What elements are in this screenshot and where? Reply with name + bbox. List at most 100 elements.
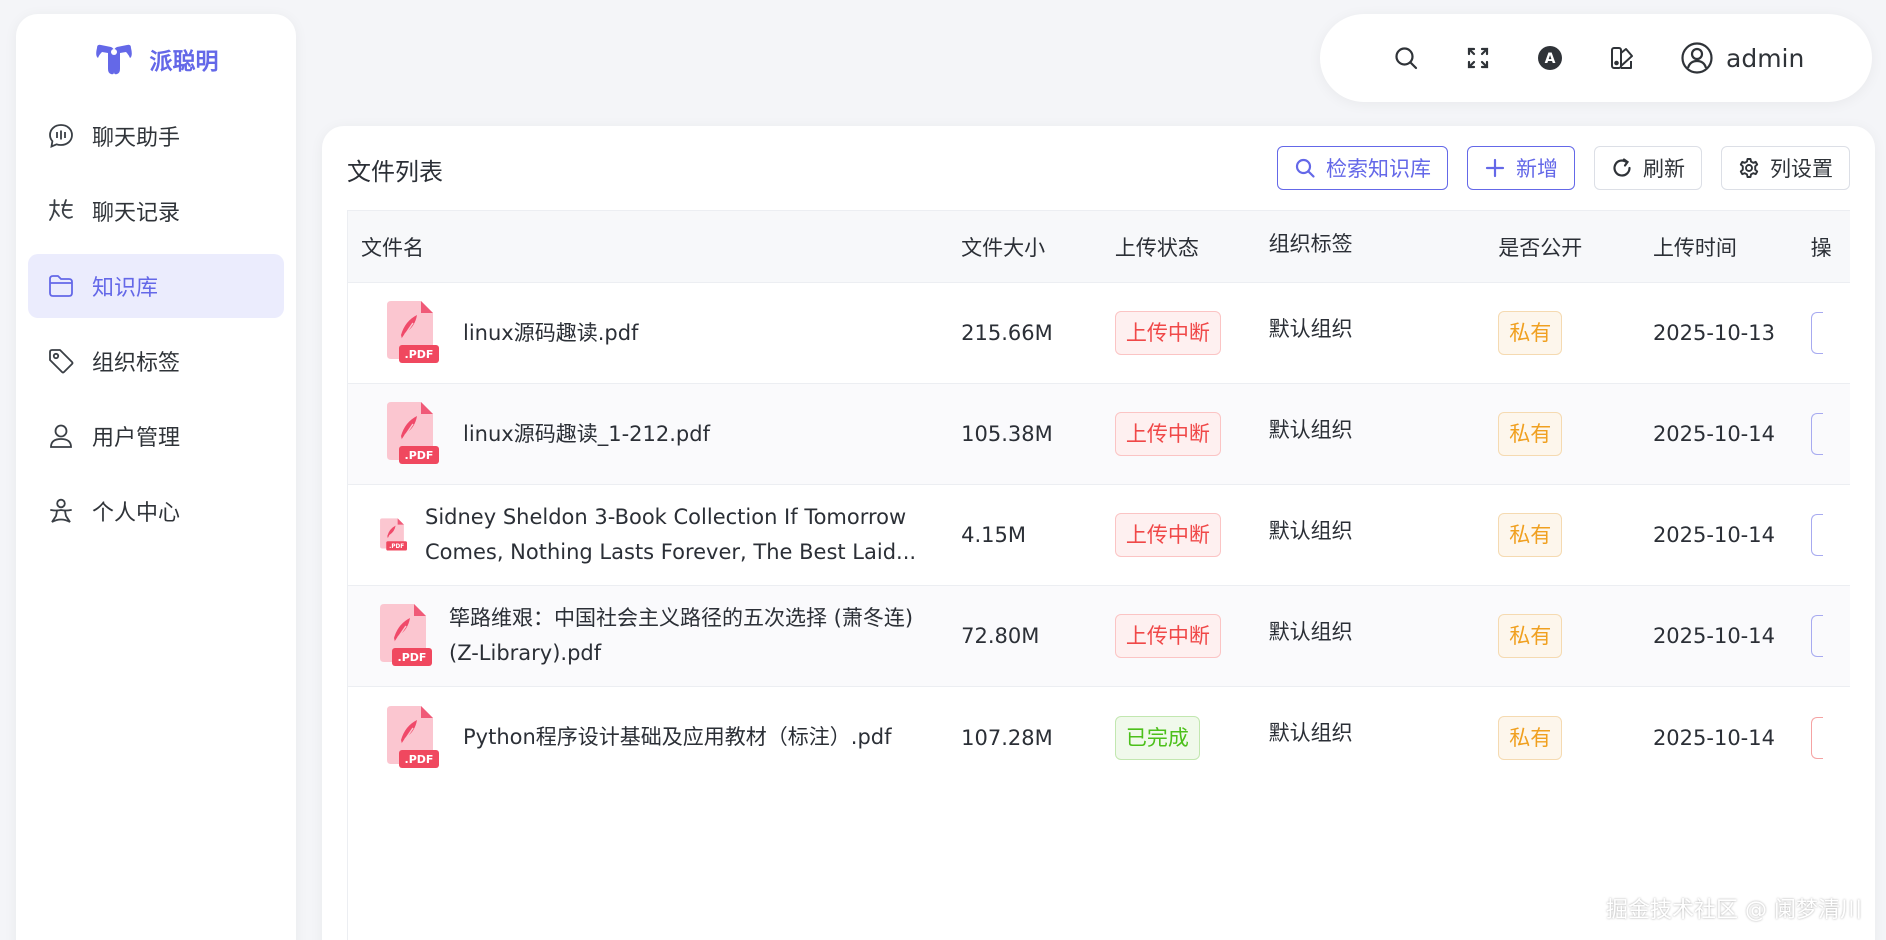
chat-bubble-icon [49,124,73,148]
file-size: 107.28M [961,725,1053,750]
file-name[interactable]: Python程序设计基础及应用教材（标注）.pdf [463,720,892,755]
personal-center-icon [50,498,72,523]
action-button[interactable] [1810,312,1823,354]
sidebar-item-label: 聊天助手 [92,126,181,151]
svg-text:.PDF: .PDF [405,449,434,462]
pdf-file-icon: .PDF [361,301,463,365]
logo-icon [95,44,132,75]
org-tag: 默认组织 [1268,620,1353,644]
org-tag: 默认组织 [1268,317,1353,341]
visibility-badge: 私有 [1498,412,1563,456]
table-row[interactable]: .PDF Python程序设计基础及应用教材（标注）.pdf 107.28M 已… [348,687,1850,788]
upload-time: 2025-10-14 [1652,725,1775,750]
file-list-card: 文件列表 检索知识库 新增 刷新 列设置 文件名 文件大小 上传状态 组织标签 … [322,126,1875,940]
upload-time: 2025-10-14 [1652,523,1775,547]
search-icon[interactable] [1392,44,1420,72]
sidebar-item-org-tags[interactable]: 组织标签 [28,329,284,393]
gear-icon [1739,158,1759,178]
column-header-actions[interactable]: 操 [1811,232,1850,262]
table-row[interactable]: .PDF linux源码趣读_1-212.pdf 105.38M 上传中断 默认… [348,384,1850,485]
refresh-icon [1613,158,1631,177]
sidebar-item-user-management[interactable]: 用户管理 [28,404,284,468]
org-tag: 默认组织 [1268,721,1353,745]
action-button[interactable] [1810,716,1823,759]
upload-time: 2025-10-14 [1652,422,1775,446]
column-settings-button[interactable]: 列设置 [1721,146,1850,190]
file-size: 4.15M [961,523,1027,547]
watermark: 掘金技术社区 @ 阑梦清川 [1606,898,1862,923]
sidebar-item-label: 用户管理 [92,426,181,451]
pdf-file-icon: .PDF [361,516,425,554]
sidebar-item-knowledge-base[interactable]: 知识库 [28,254,284,318]
sidebar-item-label: 知识库 [92,276,159,301]
pdf-file-icon: .PDF [361,402,463,466]
user-avatar-icon [1681,42,1713,74]
sidebar-item-chat-history[interactable]: 聊天记录 [28,179,284,243]
sidebar-item-label: 组织标签 [92,351,181,376]
sidebar-menu: 聊天助手 聊天记录 知识库 组织标签 用户管理 个人中心 [16,104,296,543]
svg-text:.PDF: .PDF [389,544,404,550]
pdf-file-icon: .PDF [361,705,463,770]
toolbar: 检索知识库 新增 刷新 列设置 [1277,146,1850,190]
refresh-button[interactable]: 刷新 [1594,146,1702,190]
table-header: 文件名 文件大小 上传状态 组织标签 是否公开 上传时间 操 [348,211,1850,283]
action-button[interactable] [1810,413,1823,455]
table-row[interactable]: .PDF 筚路维艰：中国社会主义路径的五次选择 (萧冬连) (Z-Library… [348,586,1850,687]
folder-icon [49,275,73,297]
collapse-sidebar-icon[interactable] [146,934,176,940]
pdf-file-icon: .PDF [361,604,449,668]
upload-time: 2025-10-14 [1652,624,1775,648]
visibility-badge: 私有 [1498,614,1563,658]
column-header-org-tag[interactable]: 组织标签 [1269,228,1499,258]
file-size: 105.38M [961,422,1053,446]
language-icon[interactable]: A [1536,44,1564,72]
status-badge: 上传中断 [1114,513,1221,557]
column-header-status[interactable]: 上传状态 [1115,232,1269,262]
user-menu[interactable]: admin [1680,41,1804,75]
status-badge: 上传中断 [1114,311,1221,355]
file-table: 文件名 文件大小 上传状态 组织标签 是否公开 上传时间 操 .PDF linu… [347,210,1850,940]
file-name[interactable]: Sidney Sheldon 3-Book Collection If Tomo… [425,500,925,570]
logo[interactable]: 派聪明 [16,14,296,104]
chat-history-icon [49,199,73,221]
svg-text:.PDF: .PDF [405,753,434,766]
fullscreen-icon[interactable] [1464,44,1492,72]
status-badge: 已完成 [1114,715,1200,760]
tag-icon [49,349,74,374]
status-badge: 上传中断 [1114,412,1221,456]
search-icon [1295,158,1315,178]
brand-name: 派聪明 [149,49,219,75]
column-header-public[interactable]: 是否公开 [1498,232,1653,262]
org-tag: 默认组织 [1268,519,1353,543]
top-header: A admin [1320,14,1872,102]
file-size: 72.80M [961,624,1040,648]
action-button[interactable] [1810,615,1823,657]
sidebar-item-personal-center[interactable]: 个人中心 [28,479,284,543]
sidebar-item-label: 聊天记录 [92,201,181,226]
visibility-badge: 私有 [1498,311,1563,355]
org-tag: 默认组织 [1268,418,1353,442]
column-header-filename[interactable]: 文件名 [348,232,961,262]
file-name[interactable]: linux源码趣读_1-212.pdf [463,417,710,452]
user-icon [50,424,72,448]
theme-icon[interactable] [1608,44,1636,72]
file-size: 215.66M [961,321,1053,345]
table-row[interactable]: .PDF Sidney Sheldon 3-Book Collection If… [348,485,1850,586]
file-name[interactable]: 筚路维艰：中国社会主义路径的五次选择 (萧冬连) (Z-Library).pdf [449,601,949,671]
upload-time: 2025-10-13 [1652,321,1775,345]
sidebar-item-chat-assistant[interactable]: 聊天助手 [28,104,284,168]
visibility-badge: 私有 [1498,715,1563,760]
svg-text:.PDF: .PDF [398,651,427,664]
visibility-badge: 私有 [1498,513,1563,557]
add-button[interactable]: 新增 [1467,146,1575,190]
column-header-upload-time[interactable]: 上传时间 [1653,232,1811,262]
column-header-size[interactable]: 文件大小 [961,232,1115,262]
svg-text:.PDF: .PDF [405,348,434,361]
sidebar-item-label: 个人中心 [92,501,181,526]
file-name[interactable]: linux源码趣读.pdf [463,316,638,351]
sidebar: 派聪明 聊天助手 聊天记录 知识库 组织标签 用户管理 个人中心 [16,14,296,940]
search-knowledge-base-button[interactable]: 检索知识库 [1277,146,1448,190]
page-title: 文件列表 [347,158,443,186]
action-button[interactable] [1810,514,1823,556]
table-row[interactable]: .PDF linux源码趣读.pdf 215.66M 上传中断 默认组织 私有 … [348,283,1850,384]
